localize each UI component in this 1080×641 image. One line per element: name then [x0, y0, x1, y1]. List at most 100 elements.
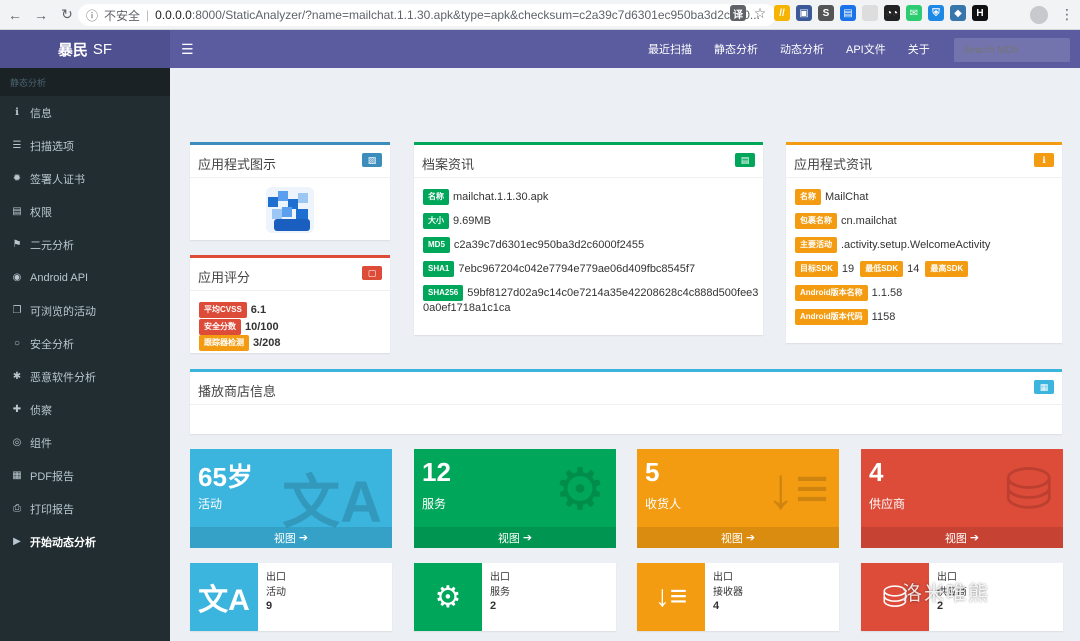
extension-save-icon[interactable]: ▣: [796, 5, 812, 21]
forward-icon[interactable]: →: [30, 4, 52, 26]
stat-box: 65岁 活动 文A 视图 ➔: [190, 449, 392, 548]
copy-icon: ❐: [12, 305, 22, 316]
address-bar[interactable]: ⓘ 不安全 | 0.0.0.0:8000/StaticAnalyzer/?nam…: [78, 4, 776, 26]
arrow-circle-right-icon: ➔: [298, 532, 309, 544]
stat-number: 12: [422, 457, 451, 487]
hamburger-icon[interactable]: ☰: [181, 41, 194, 58]
sidebar-item-label: 安全分析: [30, 338, 74, 351]
export-label: 出口: [266, 572, 286, 583]
file-row: 名称 mailchat.1.1.30.apk: [423, 189, 548, 205]
file-row-continued: 0a0ef1718a1c1ca: [423, 302, 511, 314]
menu-kebab-icon[interactable]: ⋮: [1060, 6, 1074, 23]
box-title: 播放商店信息: [198, 384, 277, 399]
sidebar-item[interactable]: ○ 安全分析: [0, 327, 170, 360]
plus-icon: ✚: [12, 404, 22, 415]
file-row: SHA1 7ebc967204c042e7794e779ae06d409fbc85…: [423, 261, 695, 277]
extension-python-icon[interactable]: ◆: [950, 5, 966, 21]
search-md5-input[interactable]: [954, 38, 1070, 62]
stat-number: 4: [869, 457, 884, 487]
extensions: 译 ☆ // ▣ S ▤ ◔◔ ✉ ⛨ ◆ H: [730, 5, 988, 21]
reload-icon[interactable]: ↻: [56, 4, 78, 26]
sidebar-item[interactable]: ⎙ 打印报告: [0, 492, 170, 525]
nav-api-docs[interactable]: API文件: [846, 41, 886, 57]
sidebar-item-label: PDF报告: [30, 470, 74, 483]
sidebar-item-label: 侦察: [30, 404, 52, 417]
browser-toolbar: ← → ↻ ⓘ 不安全 | 0.0.0.0:8000/StaticAnalyze…: [0, 0, 1080, 30]
app-icon-image: [266, 187, 314, 233]
gears-icon: ⚙: [554, 457, 606, 522]
circle-o-icon: ○: [13, 338, 21, 349]
stat-box: 5 收货人 ↓≡ 视图 ➔: [637, 449, 839, 548]
stat-caption: 供应商: [869, 497, 906, 511]
view-label: 视图: [944, 532, 967, 545]
export-info-box: 文A 出口 活动 9: [190, 563, 392, 631]
translate-extension-icon[interactable]: 译: [730, 5, 746, 21]
grid-icon: ▦: [1034, 380, 1054, 394]
sidebar-item[interactable]: ⚑ 二元分析: [0, 228, 170, 261]
sidebar-item[interactable]: ✱ 恶意软件分析: [0, 360, 170, 393]
list-icon: ▤: [12, 206, 22, 217]
view-label: 视图: [497, 532, 520, 545]
arrow-circle-right-icon: ➔: [522, 532, 533, 544]
file-row: SHA256 59bf8127d02a9c14c0e7214a35e4220862…: [423, 285, 758, 301]
nav-about[interactable]: 关于: [908, 41, 930, 57]
sidebar-item[interactable]: ✚ 侦察: [0, 393, 170, 426]
brand-bold: 暴民: [57, 41, 88, 59]
sidebar-item[interactable]: ❐ 可浏览的活动: [0, 294, 170, 327]
app-header: 暴民 SF ☰ 最近扫描 静态分析 动态分析 API文件 关于: [0, 30, 1080, 68]
extension-chat-icon[interactable]: ✉: [906, 5, 922, 21]
translate-icon: 文A: [190, 563, 258, 631]
view-more-link[interactable]: 视图 ➔: [190, 527, 392, 548]
sidebar-item[interactable]: ✹ 签署人证书: [0, 162, 170, 195]
export-type: 活动: [266, 587, 286, 598]
url-host: 0.0.0.0: [155, 8, 192, 22]
view-label: 视图: [720, 532, 743, 545]
extension-h-icon[interactable]: H: [972, 5, 988, 21]
watermark: 洛米唯熊: [902, 583, 990, 605]
extension-blank-icon[interactable]: [862, 5, 878, 21]
stat-number: 65岁: [198, 462, 253, 492]
sidebar-item[interactable]: ℹ 信息: [0, 96, 170, 129]
view-more-link[interactable]: 视图 ➔: [414, 527, 616, 548]
sidebar-item[interactable]: ▤ 权限: [0, 195, 170, 228]
file-row: 大小 9.69MB: [423, 213, 491, 229]
sidebar-item[interactable]: ▶ 开始动态分析: [0, 525, 170, 558]
app-info-box: 应用程式资讯 ℹ 名称 MailChat 包裹名称 cn.mailchat 主要活动…: [786, 142, 1062, 343]
file-icon: ▦: [12, 470, 22, 481]
extension-bars-icon[interactable]: //: [774, 5, 790, 21]
bookmark-star-icon[interactable]: ☆: [752, 5, 768, 21]
file-row: MD5 c2a39c7d6301ec950ba3d2c6000f2455: [423, 237, 644, 253]
back-icon[interactable]: ←: [4, 4, 26, 26]
certificate-icon: ✹: [12, 173, 22, 184]
nav-dynamic-analysis[interactable]: 动态分析: [780, 41, 824, 57]
sidebar-item-label: 签署人证书: [30, 173, 85, 186]
view-more-link[interactable]: 视图 ➔: [637, 527, 839, 548]
stat-number: 5: [645, 457, 660, 487]
bug-icon: ✱: [12, 371, 22, 382]
extension-s-icon[interactable]: S: [818, 5, 834, 21]
score-row: 安全分数 10/100: [199, 319, 279, 335]
view-more-link[interactable]: 视图 ➔: [861, 527, 1063, 548]
info-icon[interactable]: ⓘ: [86, 7, 98, 24]
url-path: :8000/StaticAnalyzer/?name=mailchat.1.1.…: [191, 8, 760, 22]
app-info-row: 主要活动 .activity.setup.WelcomeActivity: [795, 237, 990, 253]
score-row: 跟踪器检测 3/208: [199, 335, 281, 351]
nav-recent-scans[interactable]: 最近扫描: [648, 41, 692, 57]
extension-doc-icon[interactable]: ▤: [840, 5, 856, 21]
box-title: 应用评分: [198, 270, 251, 285]
sidebar-item[interactable]: ▦ PDF报告: [0, 459, 170, 492]
nav-static-analysis[interactable]: 静态分析: [714, 41, 758, 57]
sidebar-item[interactable]: ☰ 扫描选项: [0, 129, 170, 162]
profile-avatar[interactable]: [1030, 6, 1048, 24]
box-title: 应用程式图示: [198, 157, 277, 172]
sidebar-item[interactable]: ◉ Android API: [0, 261, 170, 294]
extension-glasses-icon[interactable]: ◔◔: [884, 5, 900, 21]
arrow-circle-right-icon: ➔: [745, 532, 756, 544]
sidebar-item-label: 权限: [30, 206, 52, 219]
sidebar-item[interactable]: ◎ 组件: [0, 426, 170, 459]
extension-shield-icon[interactable]: ⛨: [928, 5, 944, 21]
brand-logo[interactable]: 暴民 SF: [0, 30, 170, 68]
sidebar: 静态分析 ℹ 信息 ☰ 扫描选项 ✹ 签署人证书 ▤ 权限 ⚑ 二元分析 ◉ Android API ❐…: [0, 68, 170, 641]
export-label: 出口: [713, 572, 733, 583]
stat-caption: 活动: [198, 497, 223, 511]
